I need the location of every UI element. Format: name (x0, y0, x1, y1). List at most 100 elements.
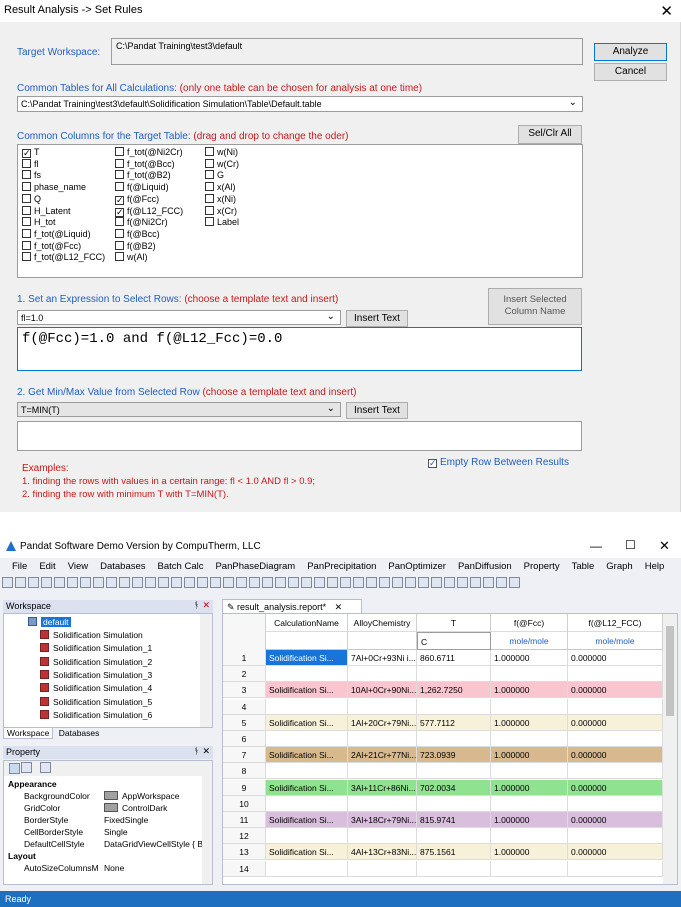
table-cell[interactable] (348, 828, 417, 845)
expression-input[interactable]: f(@Fcc)=1.0 and f(@L12_Fcc)=0.0 (17, 327, 582, 371)
property-pages-icon[interactable] (40, 762, 51, 773)
column-checkbox[interactable]: f(@Liquid) (115, 182, 169, 193)
column-checkbox[interactable]: f(@Bcc) (115, 228, 160, 240)
table-cell[interactable] (266, 731, 348, 747)
toolbar-button-icon[interactable] (418, 577, 429, 588)
toolbar-button-icon[interactable] (496, 577, 507, 588)
toolbar-button-icon[interactable] (405, 577, 416, 588)
close-icon[interactable]: ✕ (660, 2, 673, 20)
table-cell[interactable]: 0.000000 (568, 714, 663, 731)
table-cell[interactable]: Solidification Si... (266, 747, 348, 764)
column-header[interactable]: f(@Fcc) (491, 614, 568, 632)
table-cell[interactable] (568, 763, 663, 780)
table-cell[interactable]: Solidification Si... (266, 714, 348, 731)
menu-pandiffusion[interactable]: PanDiffusion (458, 561, 512, 572)
table-cell[interactable]: 1,262.7250 (417, 682, 491, 699)
column-checkbox[interactable]: fl (22, 158, 39, 170)
close-icon[interactable]: ✕ (659, 538, 670, 554)
property-row[interactable]: CellBorderStyle Single (24, 826, 204, 838)
toolbar-button-icon[interactable] (470, 577, 481, 588)
analyze-button[interactable]: Analyze (594, 43, 667, 61)
table-cell[interactable] (568, 666, 663, 683)
column-checkbox[interactable]: phase_name (22, 182, 86, 193)
tab-report[interactable]: ✎ result_analysis.report* ✕ (222, 599, 362, 614)
property-section[interactable]: Layout (8, 850, 36, 862)
menu-databases[interactable]: Databases (100, 561, 145, 572)
table-cell[interactable] (568, 860, 663, 877)
property-row[interactable]: DefaultCellStyle DataGridViewCellStyle { … (24, 838, 205, 850)
toolbar-button-icon[interactable] (340, 577, 351, 588)
tree-item[interactable]: Solidification Simulation_6 (40, 709, 152, 722)
table-cell[interactable]: 1.000000 (491, 650, 568, 666)
toolbar-button-icon[interactable] (353, 577, 364, 588)
column-checkbox[interactable]: ✓ f(@L12_FCC) (115, 206, 183, 217)
column-checkbox[interactable]: w(Ni) (205, 147, 238, 158)
close-icon[interactable]: ✕ (335, 602, 343, 612)
tree-item[interactable]: Solidification Simulation_5 (40, 696, 152, 709)
toolbar-button-icon[interactable] (67, 577, 78, 588)
property-row[interactable]: BorderStyle FixedSingle (24, 814, 204, 826)
column-checkbox[interactable]: f_tot(@Liquid) (22, 228, 91, 240)
toolbar-button-icon[interactable] (262, 577, 273, 588)
toolbar-button-icon[interactable] (41, 577, 52, 588)
empty-row-checkbox[interactable]: ✓ Empty Row Between Results (428, 457, 569, 468)
toolbar-button-icon[interactable] (249, 577, 260, 588)
table-cell[interactable]: 723.0939 (417, 747, 491, 764)
toolbar-button-icon[interactable] (106, 577, 117, 588)
grid-scrollbar[interactable] (663, 614, 677, 884)
table-cell[interactable] (417, 763, 491, 780)
tree-scrollbar[interactable] (200, 614, 212, 727)
table-cell[interactable] (491, 698, 568, 715)
toolbar-button-icon[interactable] (171, 577, 182, 588)
column-checkbox[interactable]: Q (22, 193, 41, 205)
table-cell[interactable] (491, 795, 568, 812)
tree-item[interactable]: Solidification Simulation_1 (40, 642, 152, 655)
toolbar-button-icon[interactable] (275, 577, 286, 588)
menu-table[interactable]: Table (572, 561, 595, 572)
table-cell[interactable] (348, 763, 417, 780)
toolbar-button-icon[interactable] (457, 577, 468, 588)
table-cell[interactable] (348, 860, 417, 877)
tab-databases[interactable]: Databases (56, 728, 103, 738)
menu-help[interactable]: Help (645, 561, 665, 572)
table-cell[interactable]: Solidification Si... (266, 682, 348, 699)
table-cell[interactable] (568, 698, 663, 715)
table-cell[interactable]: 3Al+11Cr+86Ni... (348, 779, 417, 796)
toolbar-button-icon[interactable] (93, 577, 104, 588)
pin-icon[interactable]: ᚬ (194, 600, 199, 610)
toolbar-button-icon[interactable] (132, 577, 143, 588)
menu-panprecipitation[interactable]: PanPrecipitation (307, 561, 376, 572)
minmax-template-select[interactable]: T=MIN(T) ⌄ (17, 402, 341, 417)
expression-template-select[interactable]: fl=1.0 ⌄ (17, 310, 341, 325)
toolbar-button-icon[interactable] (28, 577, 39, 588)
table-cell[interactable]: 815.9741 (417, 812, 491, 828)
table-cell[interactable] (491, 763, 568, 780)
table-cell[interactable] (491, 828, 568, 845)
insert-selected-column-button[interactable]: Insert Selected Column Name (488, 288, 582, 325)
table-cell[interactable]: 860.6711 (417, 650, 491, 666)
pin-icon[interactable]: ᚬ (194, 746, 199, 756)
table-cell[interactable] (491, 666, 568, 683)
property-row[interactable]: AutoSizeColumnsM None (24, 862, 204, 874)
menu-property[interactable]: Property (524, 561, 560, 572)
toolbar-button-icon[interactable] (119, 577, 130, 588)
column-header[interactable]: T (417, 614, 491, 632)
toolbar-button-icon[interactable] (288, 577, 299, 588)
column-header[interactable]: AlloyChemistry (348, 614, 417, 632)
property-section[interactable]: Appearance (8, 778, 57, 790)
table-cell[interactable] (568, 731, 663, 747)
column-checkbox[interactable]: x(Cr) (205, 205, 237, 217)
toolbar-button-icon[interactable] (210, 577, 221, 588)
toolbar-button-icon[interactable] (366, 577, 377, 588)
minmax-input[interactable] (17, 421, 582, 451)
table-select[interactable]: C:\Pandat Training\test3\default\Solidif… (17, 96, 583, 112)
table-cell[interactable]: 1.000000 (491, 812, 568, 828)
property-row[interactable]: GridColor ControlDark (24, 802, 204, 814)
table-cell[interactable]: 1.000000 (491, 714, 568, 731)
menu-view[interactable]: View (68, 561, 88, 572)
column-checkbox[interactable]: ✓ T (22, 147, 40, 158)
cancel-button[interactable]: Cancel (594, 63, 667, 81)
table-cell[interactable]: 1.000000 (491, 844, 568, 861)
table-cell[interactable]: 0.000000 (568, 812, 663, 828)
toolbar-button-icon[interactable] (509, 577, 520, 588)
